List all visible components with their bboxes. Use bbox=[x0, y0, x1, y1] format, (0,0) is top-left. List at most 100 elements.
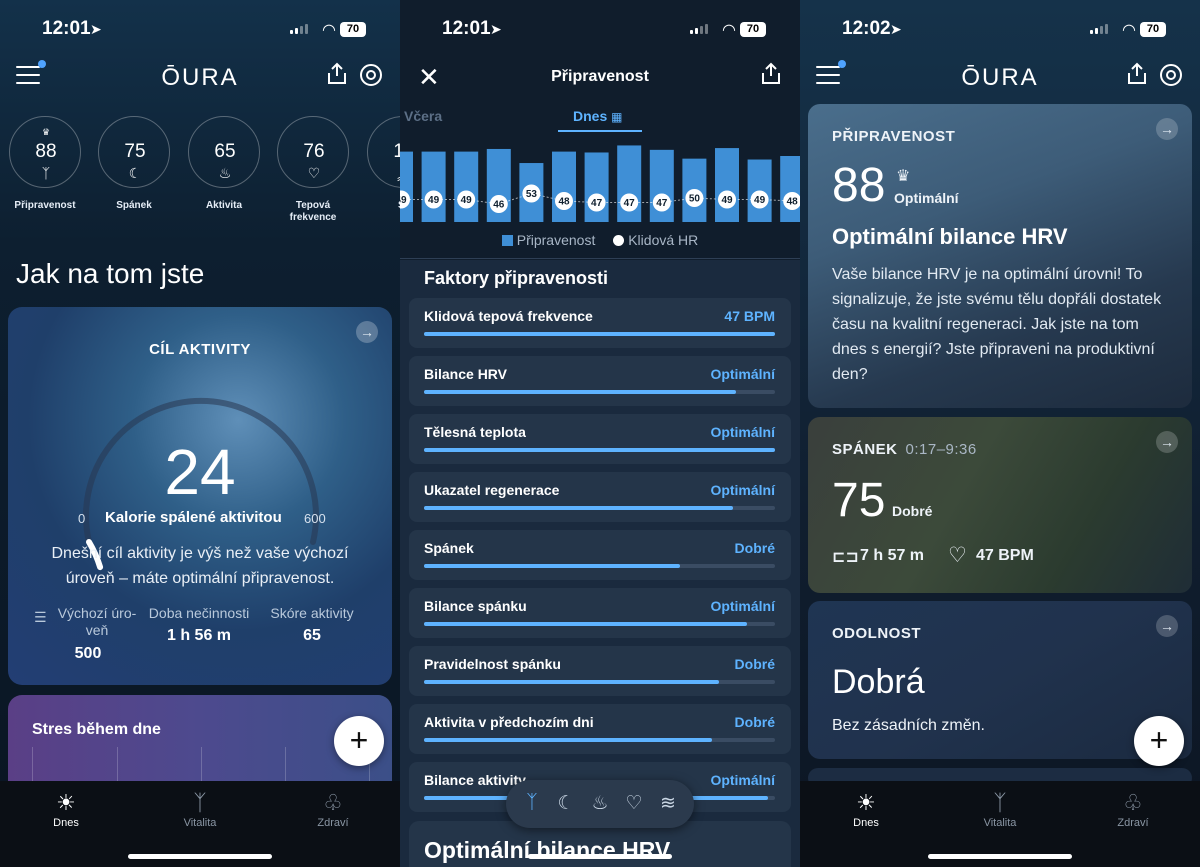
gauge-min: 0 bbox=[78, 511, 86, 526]
score-sleep[interactable]: 75 ☾ Spánek bbox=[97, 116, 171, 212]
sleep-hr: 47 BPM bbox=[976, 547, 1034, 564]
ring-icon[interactable] bbox=[1160, 64, 1182, 86]
stat-label: Skóre aktivity bbox=[270, 605, 354, 621]
factor-value: Optimální bbox=[710, 482, 775, 498]
gauge-label: Kalorie spálené aktivitou bbox=[105, 509, 282, 526]
chart-bar bbox=[400, 151, 413, 222]
stat-inactivity: Doba nečinnosti 1 h 56 m bbox=[144, 605, 254, 645]
sprout-icon: ᛉ bbox=[41, 165, 51, 181]
crown-icon: ♛ bbox=[41, 127, 51, 137]
sun-icon: ☀ bbox=[856, 790, 876, 815]
signal-icon bbox=[1090, 24, 1108, 34]
tab-label: Zdraví bbox=[317, 817, 349, 829]
factor-track bbox=[424, 506, 775, 510]
factor-fill bbox=[424, 506, 733, 510]
tab-today[interactable]: ☀ Dnes bbox=[6, 789, 126, 829]
share-icon[interactable] bbox=[326, 62, 348, 86]
heart-icon[interactable]: ♡ bbox=[622, 792, 646, 815]
factor-value: Optimální bbox=[710, 772, 775, 788]
score-stress[interactable]: 15 ︽ St bbox=[366, 116, 400, 212]
wifi-icon: ◠ bbox=[1122, 22, 1136, 39]
add-button[interactable]: + bbox=[1134, 716, 1184, 766]
flame-icon[interactable]: ♨ bbox=[588, 792, 612, 815]
factor-row[interactable]: Tělesná teplota Optimální bbox=[409, 414, 791, 464]
rhr-label: 53 bbox=[526, 189, 538, 200]
tab-health[interactable]: ♧ Zdraví bbox=[273, 789, 393, 829]
signal-icon bbox=[290, 24, 308, 34]
score-value: 65 bbox=[214, 141, 236, 162]
legend-readiness: Připravenost bbox=[516, 232, 596, 248]
arrow-right-icon[interactable]: → bbox=[1156, 431, 1178, 453]
arrow-right-icon[interactable]: → bbox=[1156, 615, 1178, 637]
factor-value: Optimální bbox=[710, 424, 775, 440]
card-label: PŘIPRAVENOST bbox=[832, 128, 956, 145]
share-icon[interactable] bbox=[760, 62, 782, 86]
header: ✕ Připravenost bbox=[400, 58, 800, 98]
wave-icon[interactable]: ≋ bbox=[656, 792, 680, 815]
signal-icon bbox=[690, 24, 708, 34]
heart-icon: ♡ bbox=[948, 544, 967, 567]
score-label: Připravenost bbox=[14, 200, 76, 211]
tab-vitality[interactable]: ᛉ Vitalita bbox=[140, 789, 260, 829]
factor-value: Dobré bbox=[734, 540, 775, 556]
moon-icon[interactable]: ☾ bbox=[554, 792, 578, 815]
factor-row[interactable]: Bilance spánku Optimální bbox=[409, 588, 791, 638]
score-label: Aktivita bbox=[205, 200, 243, 211]
tab-yesterday[interactable]: Včera bbox=[404, 108, 442, 124]
ring-icon[interactable] bbox=[360, 64, 382, 86]
tab-vitality[interactable]: ᛉ Vitalita bbox=[940, 789, 1060, 829]
stat-value: 500 bbox=[74, 645, 102, 662]
share-icon[interactable] bbox=[1126, 62, 1148, 86]
factor-track bbox=[424, 738, 775, 742]
add-button[interactable]: + bbox=[334, 716, 384, 766]
bed-icon: ⊏⊐ bbox=[832, 549, 859, 566]
readiness-headline: Optimální bilance HRV bbox=[832, 224, 1068, 249]
screen-today: 12:01 ➤ ◠ 70 ŌURA ♛ 88 ᛉ Připravenost 75 ☾ … bbox=[0, 0, 400, 867]
factor-row[interactable]: Aktivita v předchozím dni Dobré bbox=[409, 704, 791, 754]
battery-icon: 70 bbox=[340, 22, 366, 37]
readiness-card[interactable]: → PŘIPRAVENOST 88 ♛ Optimální Optimální … bbox=[808, 104, 1192, 408]
arrow-right-icon[interactable]: → bbox=[356, 321, 378, 343]
factor-row[interactable]: Bilance HRV Optimální bbox=[409, 356, 791, 406]
stat-label: Doba nečinnosti bbox=[148, 605, 250, 621]
stat-label: Výchozí úro-veň bbox=[57, 605, 137, 638]
tab-health[interactable]: ♧ Zdraví bbox=[1073, 789, 1193, 829]
resilience-value: Dobrá bbox=[832, 663, 925, 701]
rhr-label: 49 bbox=[721, 195, 733, 206]
sleep-duration: 7 h 57 m bbox=[860, 547, 925, 564]
factor-row[interactable]: Spánek Dobré bbox=[409, 530, 791, 580]
tab-today[interactable]: ☀ Dnes bbox=[806, 789, 926, 829]
wifi-icon: ◠ bbox=[722, 22, 736, 39]
rhr-label: 49 bbox=[400, 195, 407, 206]
rhr-label: 47 bbox=[624, 198, 636, 209]
home-indicator bbox=[928, 854, 1072, 859]
calendar-icon[interactable]: ▦ bbox=[611, 110, 622, 124]
activity-goal-card[interactable]: → CÍL AKTIVITY 24 0 Kalorie spálené akti… bbox=[8, 307, 392, 685]
sleep-card[interactable]: → SPÁNEK 0:17–9:36 75 Dobré ⊏⊐ 7 h 57 m ♡… bbox=[808, 417, 1192, 593]
metric-switcher: ᛉ ☾ ♨ ♡ ≋ bbox=[506, 780, 694, 828]
factor-fill bbox=[424, 680, 719, 684]
tab-today[interactable]: Dnes ▦ bbox=[573, 108, 622, 124]
factor-row[interactable]: Pravidelnost spánku Dobré bbox=[409, 646, 791, 696]
tab-bar: ☀ Dnes ᛉ Vitalita ♧ Zdraví bbox=[0, 781, 400, 867]
sleep-score: 75 bbox=[832, 474, 886, 527]
sprout-icon[interactable]: ᛉ bbox=[520, 792, 544, 814]
card-label: ODOLNOST bbox=[832, 625, 921, 642]
tab-label: Vitalita bbox=[983, 817, 1017, 829]
status-bar: 12:01 ➤ ◠ 70 bbox=[0, 14, 400, 46]
rhr-label: 47 bbox=[656, 198, 668, 209]
legend-rhr: Klidová HR bbox=[628, 232, 699, 248]
chart-bar bbox=[552, 151, 576, 222]
chart-bar bbox=[584, 152, 609, 222]
factor-value: 47 BPM bbox=[724, 308, 775, 324]
score-activity[interactable]: 65 ♨ Aktivita bbox=[187, 116, 261, 212]
score-heart-rate[interactable]: 76 ♡ Tepová frekvence bbox=[276, 116, 350, 224]
moon-icon: ☾ bbox=[128, 165, 142, 181]
factor-row[interactable]: Ukazatel regenerace Optimální bbox=[409, 472, 791, 522]
score-readiness[interactable]: ♛ 88 ᛉ Připravenost bbox=[8, 116, 82, 212]
factor-value: Dobré bbox=[734, 714, 775, 730]
arrow-right-icon[interactable]: → bbox=[1156, 118, 1178, 140]
tab-label: Zdraví bbox=[1117, 817, 1149, 829]
factor-row[interactable]: Klidová tepová frekvence 47 BPM bbox=[409, 298, 791, 348]
factor-value: Optimální bbox=[710, 598, 775, 614]
